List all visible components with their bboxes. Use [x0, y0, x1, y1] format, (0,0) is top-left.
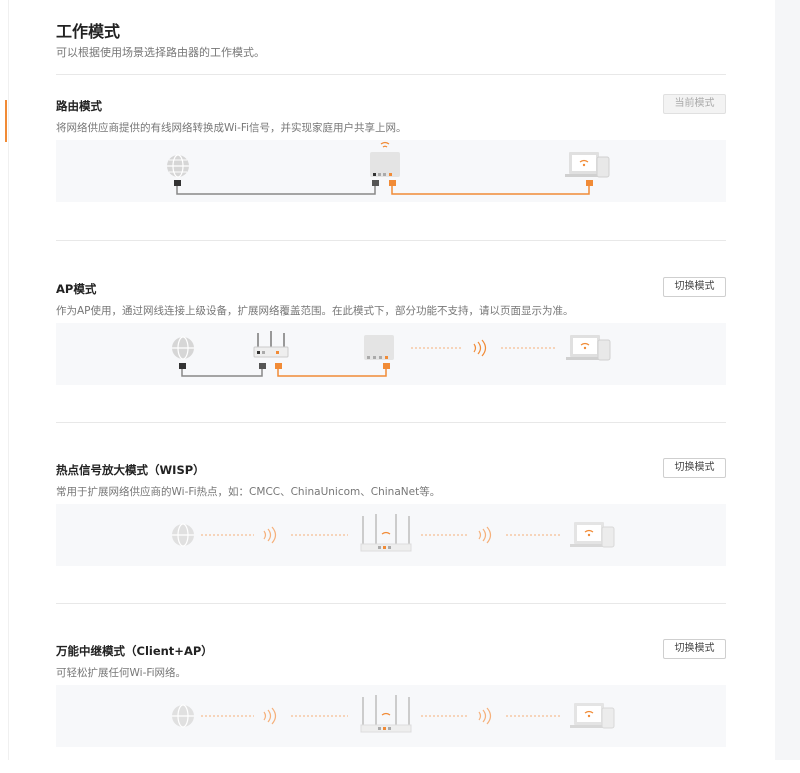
- client-devices-icon: [570, 522, 615, 548]
- upstream-router-icon: [253, 331, 289, 369]
- right-scroll-area[interactable]: [775, 0, 800, 760]
- mode-router: 路由模式 将网络供应商提供的有线网络转换成Wi-Fi信号，并实现家庭用户共享上网…: [56, 94, 726, 228]
- lan-cable-icon: [391, 186, 590, 195]
- mode-ap: AP模式 作为AP使用，通过网线连接上级设备，扩展网络覆盖范围。在此模式下，部分…: [56, 277, 726, 411]
- wireless-signal-icon: [421, 526, 561, 544]
- switch-mode-button[interactable]: 切换模式: [663, 458, 726, 478]
- client-devices-icon: [565, 152, 610, 186]
- switch-mode-button[interactable]: 切换模式: [663, 277, 726, 297]
- mode-title: 万能中继模式（Client+AP）: [56, 644, 213, 658]
- ap-mode-diagram: [56, 323, 726, 385]
- ethernet-cable-icon: [176, 186, 376, 195]
- mode-description: 作为AP使用，通过网线连接上级设备，扩展网络覆盖范围。在此模式下，部分功能不支持…: [56, 305, 574, 317]
- wireless-signal-icon: [201, 526, 348, 544]
- mode-description: 常用于扩展网络供应商的Wi-Fi热点，如：CMCC、ChinaUnicom、Ch…: [56, 486, 441, 498]
- internet-globe-icon: [172, 523, 194, 547]
- mode-description: 可轻松扩展任何Wi-Fi网络。: [56, 667, 187, 679]
- page-title: 工作模式: [56, 22, 121, 41]
- wireless-signal-icon: [411, 339, 556, 357]
- left-nav-active-indicator: [5, 100, 7, 142]
- internet-globe-icon: [172, 336, 194, 369]
- router-with-antennas-icon: [360, 514, 412, 552]
- wireless-signal-icon: [421, 707, 561, 725]
- mode-client-ap: 万能中继模式（Client+AP） 可轻松扩展任何Wi-Fi网络。 切换模式: [56, 639, 726, 773]
- internet-globe-icon: [172, 704, 194, 728]
- ap-device-icon: [364, 335, 394, 369]
- mode-title: AP模式: [56, 282, 97, 296]
- router-with-antennas-icon: [360, 695, 412, 733]
- mode-title: 路由模式: [56, 99, 102, 113]
- router-icon: [370, 141, 400, 186]
- current-mode-button: 当前模式: [663, 94, 726, 114]
- divider: [56, 422, 726, 423]
- mode-description: 将网络供应商提供的有线网络转换成Wi-Fi信号，并实现家庭用户共享上网。: [56, 122, 407, 134]
- client-ap-mode-diagram: [56, 685, 726, 747]
- router-mode-diagram: [56, 140, 726, 202]
- divider: [56, 603, 726, 604]
- divider: [56, 74, 726, 75]
- client-devices-icon: [570, 703, 615, 729]
- client-devices-icon: [566, 335, 611, 361]
- switch-mode-button[interactable]: 切换模式: [663, 639, 726, 659]
- lan-cable-icon: [277, 369, 387, 377]
- divider: [56, 240, 726, 241]
- internet-globe-icon: [167, 154, 189, 186]
- mode-wisp: 热点信号放大模式（WISP） 常用于扩展网络供应商的Wi-Fi热点，如：CMCC…: [56, 458, 726, 592]
- page-subtitle: 可以根据使用场景选择路由器的工作模式。: [56, 46, 265, 59]
- wireless-signal-icon: [201, 707, 348, 725]
- ethernet-cable-icon: [181, 369, 263, 377]
- mode-title: 热点信号放大模式（WISP）: [56, 463, 205, 477]
- wisp-mode-diagram: [56, 504, 726, 566]
